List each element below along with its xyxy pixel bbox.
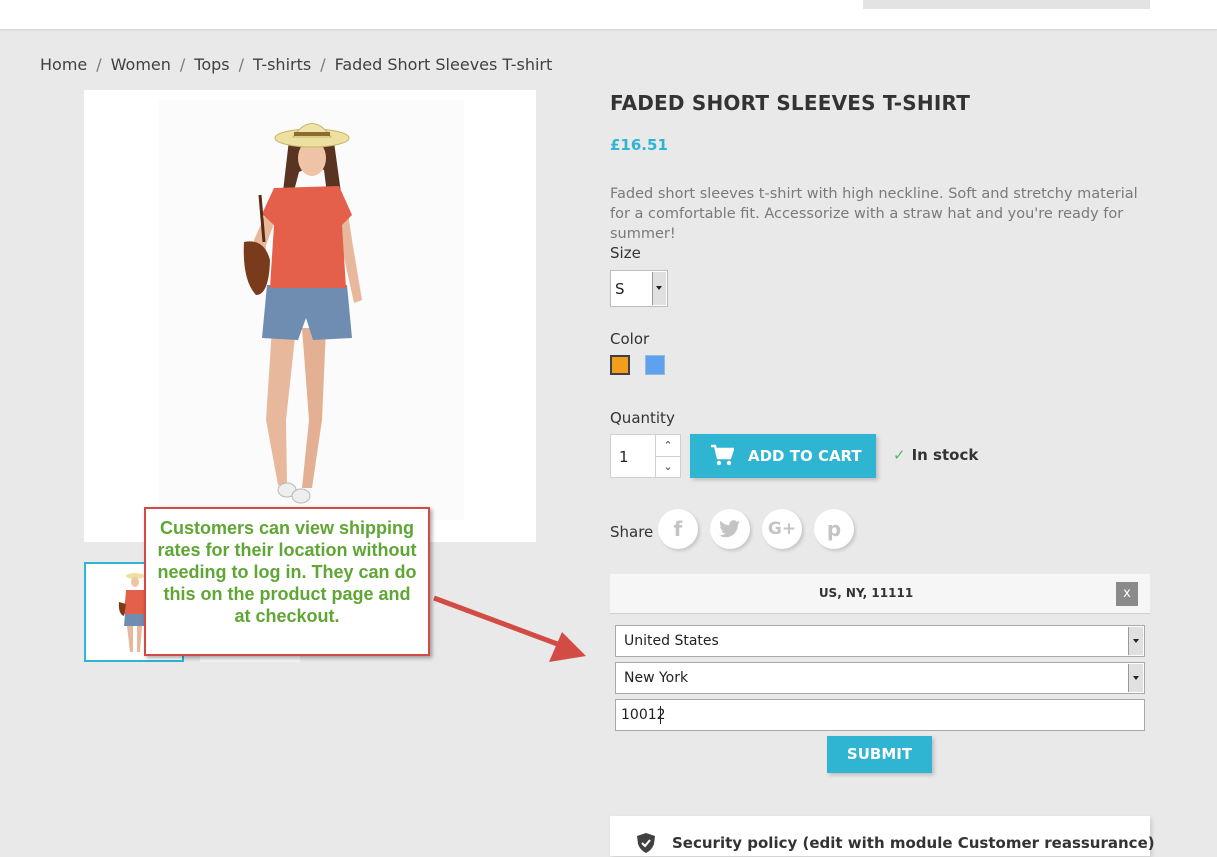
zip-code-input[interactable]: 10012 [615, 699, 1145, 731]
reassurance-block: Security policy (edit with module Custom… [610, 816, 1155, 857]
product-price: £16.51 [610, 136, 668, 154]
chevron-down-icon [1133, 639, 1139, 643]
breadcrumb-tops[interactable]: Tops [194, 55, 229, 74]
search-widget[interactable] [863, 0, 1150, 9]
breadcrumb-separator: / [179, 55, 186, 74]
add-to-cart-label: ADD TO CART [748, 447, 862, 465]
size-dropdown-button[interactable] [652, 272, 666, 305]
shield-check-icon [637, 833, 655, 857]
reassurance-text: Security policy (edit with module Custom… [672, 834, 1155, 852]
product-description: Faded short sleeves t-shirt with high ne… [610, 186, 1138, 242]
check-icon: ✓ [893, 446, 906, 464]
facebook-icon[interactable]: f [658, 509, 698, 549]
country-value: United States [624, 633, 719, 649]
quantity-label: Quantity [610, 409, 675, 427]
share-label: Share [610, 523, 654, 541]
annotation-callout: Customers can view shipping rates for th… [144, 507, 430, 656]
quantity-increase-button[interactable]: ⌃ [656, 435, 680, 457]
shipping-location-summary[interactable]: US, NY, 11111 [610, 586, 1122, 600]
top-header [0, 0, 1217, 29]
size-value: S [615, 280, 625, 298]
quantity-stepper[interactable]: 1 ⌃ ⌄ [610, 434, 681, 478]
country-dropdown-button[interactable] [1128, 627, 1143, 655]
quantity-decrease-button[interactable]: ⌄ [656, 456, 680, 477]
text-cursor [660, 706, 661, 724]
breadcrumb: Home / Women / Tops / T-shirts / Faded Short Sle… [40, 55, 552, 74]
breadcrumb-women[interactable]: Women [111, 55, 171, 74]
color-swatch-blue[interactable] [645, 355, 665, 375]
breadcrumb-current: Faded Short Sleeves T-shirt [334, 55, 553, 74]
shopping-cart-icon [710, 444, 735, 470]
state-value: New York [624, 670, 689, 686]
product-photo [159, 100, 464, 520]
shipping-location-panel: US, NY, 11111 x [610, 574, 1150, 614]
pinterest-icon[interactable]: p [814, 509, 854, 549]
stock-status: ✓ In stock [893, 446, 978, 464]
quantity-input[interactable]: 1 [619, 448, 629, 466]
submit-button[interactable]: SUBMIT [827, 736, 932, 773]
stock-label: In stock [911, 446, 979, 464]
twitter-icon[interactable] [710, 509, 750, 549]
breadcrumb-separator: / [320, 55, 326, 74]
chevron-down-icon [1133, 676, 1139, 680]
color-label: Color [610, 330, 650, 348]
state-dropdown-button[interactable] [1128, 664, 1143, 692]
color-swatch-orange[interactable] [610, 355, 630, 375]
country-select[interactable]: United States [615, 625, 1145, 657]
chevron-down-icon [656, 286, 662, 290]
breadcrumb-separator: / [96, 55, 102, 74]
product-main-image[interactable] [84, 90, 536, 542]
breadcrumb-tshirts[interactable]: T-shirts [253, 55, 311, 74]
breadcrumb-separator: / [238, 55, 245, 74]
zip-code-value: 10012 [621, 707, 666, 723]
product-title: FADED SHORT SLEEVES T-SHIRT [610, 91, 971, 115]
google-plus-icon[interactable]: G+ [762, 509, 802, 549]
size-label: Size [610, 244, 641, 262]
close-button[interactable]: x [1116, 582, 1138, 606]
size-select[interactable]: S [610, 270, 668, 307]
state-select[interactable]: New York [615, 662, 1145, 694]
breadcrumb-home[interactable]: Home [40, 55, 87, 74]
add-to-cart-button[interactable]: ADD TO CART [690, 434, 876, 478]
quantity-spinner: ⌃ ⌄ [655, 435, 680, 477]
